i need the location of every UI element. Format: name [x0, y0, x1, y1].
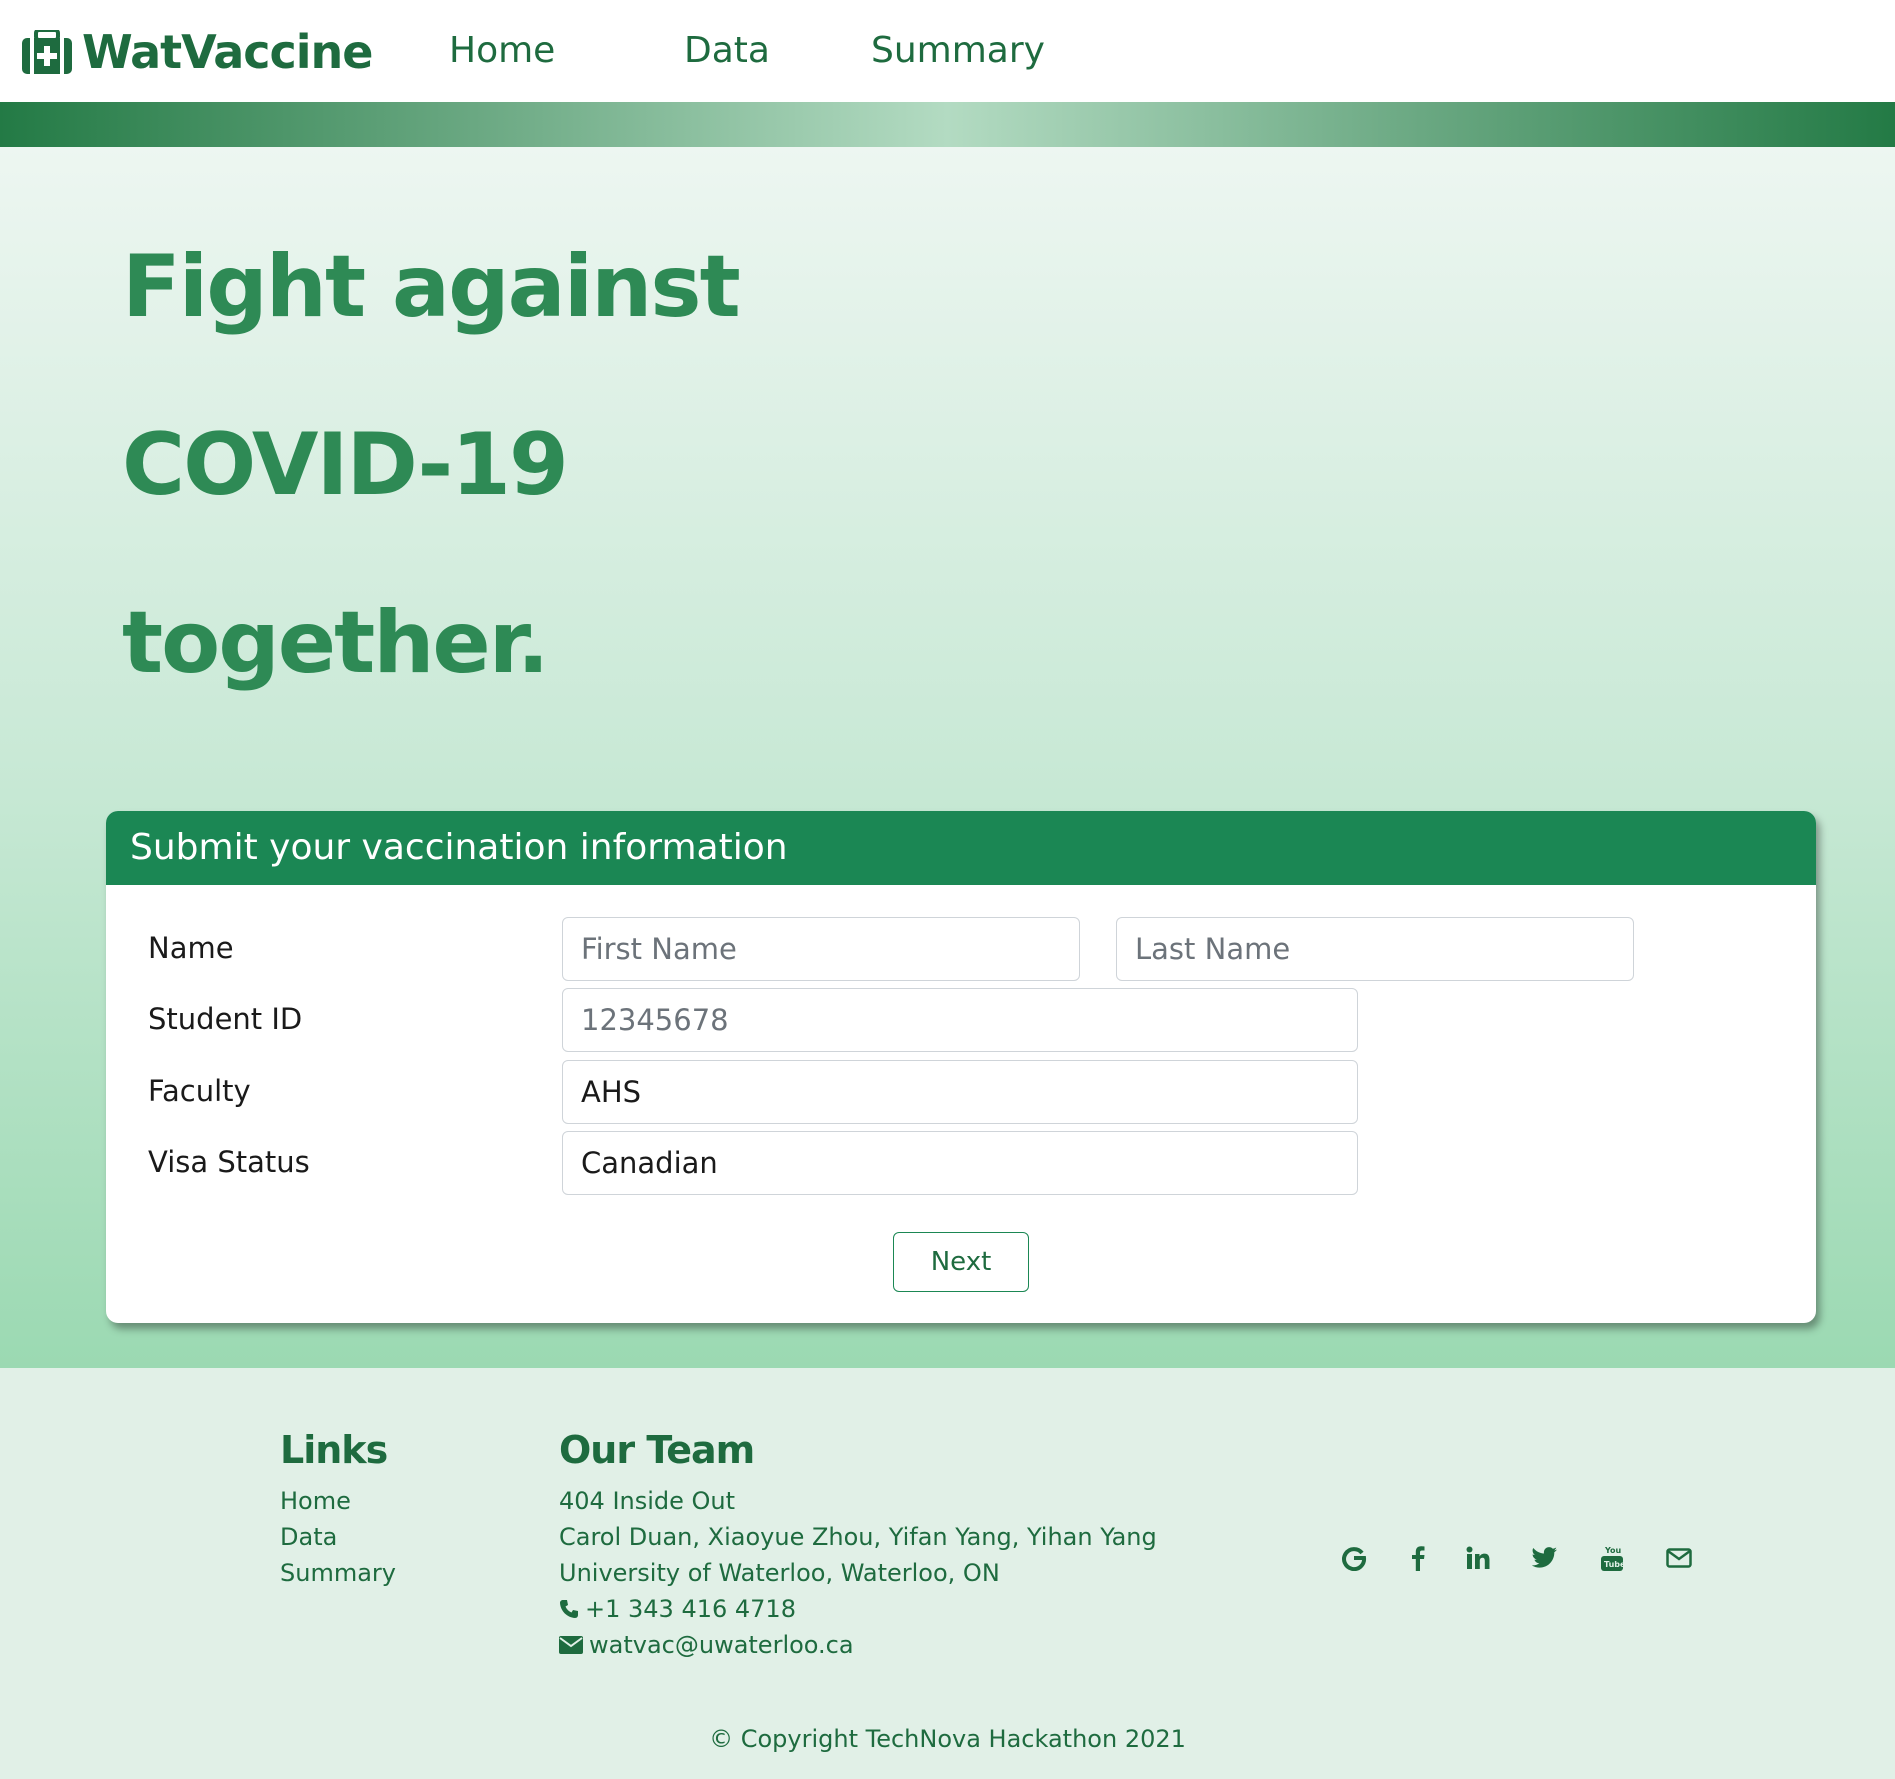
footer: Links Home Data Summary Our Team 404 Ins…	[0, 1368, 1895, 1779]
team-phone: +1 343 416 4718	[559, 1595, 796, 1623]
brand-name: WatVaccine	[82, 25, 374, 79]
student-id-input[interactable]	[562, 988, 1358, 1052]
navbar: WatVaccine Home Data Summary	[0, 0, 1895, 102]
last-name-input[interactable]	[1116, 917, 1634, 981]
nav-link-data[interactable]: Data	[684, 30, 770, 71]
footer-team-heading: Our Team	[559, 1428, 755, 1472]
form-card-header: Submit your vaccination information	[106, 811, 1816, 885]
student-id-label: Student ID	[148, 1002, 303, 1036]
team-email: watvac@uwaterloo.ca	[559, 1631, 854, 1659]
footer-link-home[interactable]: Home	[280, 1487, 351, 1515]
visa-status-select[interactable]	[562, 1131, 1358, 1195]
medkit-icon	[22, 30, 72, 74]
hero-heading-line-2: COVID-19	[122, 415, 569, 515]
faculty-select[interactable]	[562, 1060, 1358, 1124]
copyright-text: © Copyright TechNova Hackathon 2021	[709, 1725, 1186, 1753]
phone-number: +1 343 416 4718	[585, 1595, 796, 1623]
brand-logo[interactable]: WatVaccine	[22, 24, 374, 80]
footer-link-summary[interactable]: Summary	[280, 1559, 396, 1587]
faculty-label: Faculty	[148, 1074, 251, 1108]
linkedin-icon[interactable]	[1460, 1540, 1496, 1576]
team-address: University of Waterloo, Waterloo, ON	[559, 1559, 1000, 1587]
first-name-input[interactable]	[562, 917, 1080, 981]
vaccination-form-card: Submit your vaccination information Name…	[106, 811, 1816, 1323]
name-label: Name	[148, 931, 234, 965]
envelope-outline-icon[interactable]	[1661, 1540, 1697, 1576]
header-gradient-bar	[0, 102, 1895, 147]
next-button[interactable]: Next	[893, 1232, 1029, 1292]
envelope-icon	[559, 1636, 583, 1654]
team-name: 404 Inside Out	[559, 1487, 736, 1515]
google-icon[interactable]	[1336, 1540, 1372, 1576]
nav-link-home[interactable]: Home	[449, 30, 555, 71]
visa-status-label: Visa Status	[148, 1145, 310, 1179]
nav-link-summary[interactable]: Summary	[871, 30, 1045, 71]
hero-heading-line-1: Fight against	[122, 237, 741, 337]
footer-links-heading: Links	[280, 1428, 388, 1472]
youtube-icon[interactable]: You Tube	[1594, 1540, 1630, 1576]
facebook-icon[interactable]	[1400, 1540, 1436, 1576]
twitter-icon[interactable]	[1527, 1540, 1563, 1576]
phone-icon	[560, 1600, 578, 1618]
svg-text:Tube: Tube	[1604, 1560, 1624, 1569]
email-address[interactable]: watvac@uwaterloo.ca	[589, 1631, 854, 1659]
team-members: Carol Duan, Xiaoyue Zhou, Yifan Yang, Yi…	[559, 1523, 1157, 1551]
footer-link-data[interactable]: Data	[280, 1523, 337, 1551]
form-title: Submit your vaccination information	[130, 827, 788, 868]
svg-text:You: You	[1604, 1546, 1622, 1555]
hero-heading-line-3: together.	[122, 593, 550, 693]
